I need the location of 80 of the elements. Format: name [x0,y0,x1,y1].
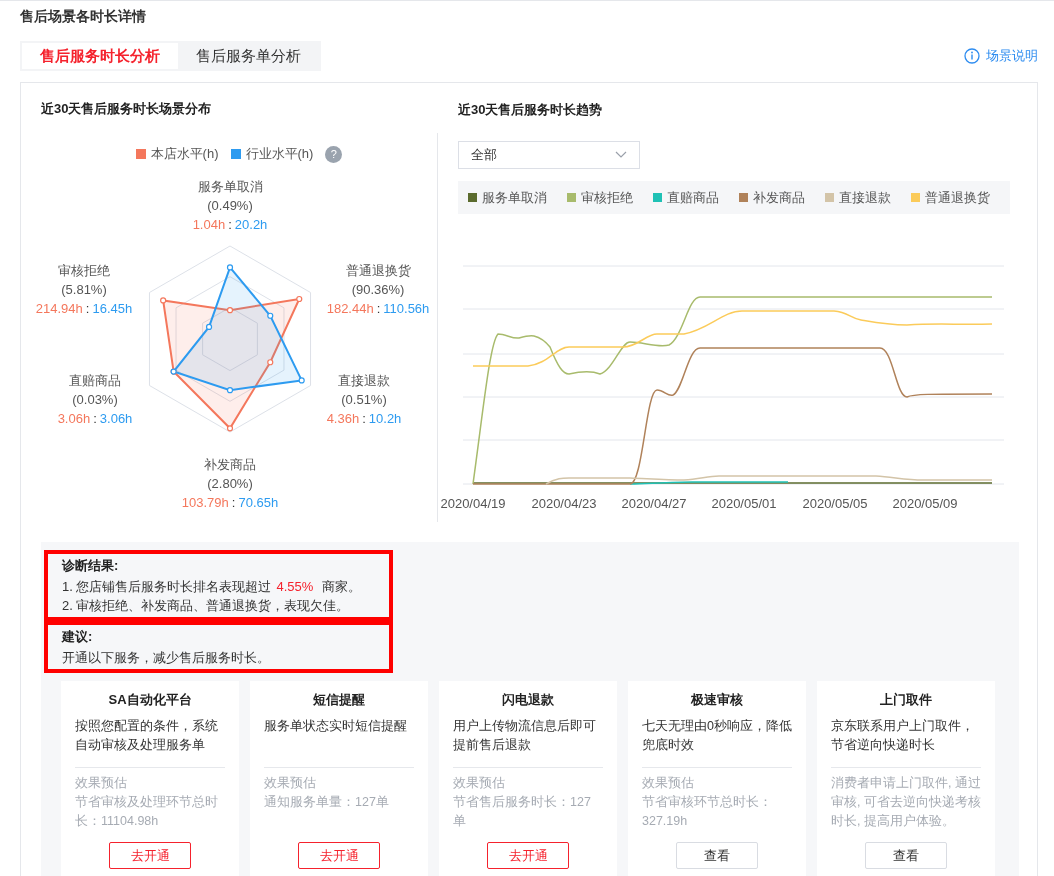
effect-text: 节省审核环节总时长：327.19h [642,794,773,830]
card-description: 按照您配置的条件，系统自动审核及处理服务单 [75,718,219,754]
card-description: 用户上传物流信息后即可提前售后退款 [453,718,597,754]
axis-label: 直赔商品 [69,372,121,390]
axis-values: 214.94h : 16.45h [35,300,133,318]
tab[interactable]: 售后服务单分析 [178,43,319,69]
data-point [226,387,234,394]
effect-text: 节省审核及处理环节总时长：11104.98h [75,794,219,830]
card-description: 服务单状态实时短信提醒 [264,718,408,735]
data-point [267,312,274,319]
axis-label: 普通退换货 [345,262,411,280]
block-title: 建议: [62,628,94,646]
card-description: 七天无理由0秒响应，降低兜底时效 [642,718,792,754]
legend-item[interactable]: 审核拒绝 [567,188,633,207]
data-point [298,377,305,384]
legend-item: 本店水平(h) [135,145,219,163]
chevron-down-icon [615,151,627,159]
axis-label: 2020/05/01 [711,496,777,511]
card-title: 极速审核 [690,691,744,709]
axis-label: 服务单取消 [197,178,263,196]
card-title: 闪电退款 [501,691,555,709]
legend-item: 行业水平(h) [230,145,314,163]
axis-share: (0.49%) [207,197,253,215]
effect-text: 消费者申请上门取件, 通过审核, 可省去逆向快递考核时长, 提高用户体验。 [831,775,981,830]
axis-share: (5.81%) [61,281,107,299]
axis-values: 1.04h : 20.2h [192,216,268,234]
axis-share: (90.36%) [351,281,405,299]
card-title: SA自动化平台 [107,691,193,709]
axis-values: 182.44h : 110.56h [326,300,430,318]
suggestion-text: 开通以下服务，减少售后服务时长。 [62,649,271,667]
axis-label: 2020/04/27 [621,496,687,511]
axis-label: 2020/04/19 [440,496,506,511]
data-point [226,425,234,432]
axis-label: 直接退款 [338,372,390,390]
axis-label: 2020/05/09 [892,496,958,511]
data-point [205,323,213,330]
axis-values: 103.79h : 70.65h [181,494,279,512]
data-point [296,295,303,303]
effect-label: 效果预估 [642,775,695,792]
info-icon [964,48,980,64]
card-title: 上门取件 [879,691,933,709]
legend-item[interactable]: 普通退换货 [911,188,990,207]
axis-share: (0.51%) [341,391,387,409]
effect-label: 效果预估 [453,775,506,792]
card-button[interactable]: 去开通 [109,842,191,869]
data-point [226,264,234,271]
block-title: 诊断结果: [62,557,120,575]
filter-dropdown[interactable]: 全部 [458,141,640,169]
section-title: 近30天售后服务时长趋势 [458,101,604,119]
effect-label: 效果预估 [264,775,317,792]
section-title: 近30天售后服务时长场景分布 [41,100,212,118]
card-title: 短信提醒 [312,691,366,709]
axis-label: 2020/05/05 [802,496,868,511]
axis-label: 2020/04/23 [531,496,597,511]
effect-text: 节省售后服务时长：127单 [453,794,592,830]
card-button[interactable]: 查看 [865,842,947,869]
axis-share: (0.03%) [72,391,118,409]
card-button[interactable]: 去开通 [298,842,380,869]
legend-item[interactable]: 直赔商品 [653,188,719,207]
effect-text: 通知服务单量：127单 [264,794,390,811]
axis-values: 4.36h : 10.2h [326,410,402,428]
effect-label: 效果预估 [75,775,128,792]
card-button[interactable]: 去开通 [487,842,569,869]
data-point [160,297,167,304]
legend-item[interactable]: 服务单取消 [468,188,547,207]
legend-item[interactable]: 直接退款 [825,188,891,207]
axis-label: 审核拒绝 [58,262,110,280]
legend-item[interactable]: 补发商品 [739,188,805,207]
tab[interactable]: 售后服务时长分析 [22,43,178,69]
page-title: 售后场景各时长详情 [19,7,147,26]
help-link[interactable]: 场景说明 [964,47,1038,65]
diagnosis-text: 1. 您店铺售后服务时长排名表现超过 4.55% 商家。 [62,578,362,596]
data-point [226,307,234,314]
card-description: 京东联系用户上门取件，节省逆向快递时长 [831,718,975,754]
axis-label: 补发商品 [204,456,256,474]
diagnosis-text: 2. 审核拒绝、补发商品、普通退换货，表现欠佳。 [62,597,351,615]
axis-values: 3.06h : 3.06h [57,410,133,428]
card-button[interactable]: 查看 [676,842,758,869]
data-point [267,359,274,366]
axis-share: (2.80%) [207,475,253,493]
